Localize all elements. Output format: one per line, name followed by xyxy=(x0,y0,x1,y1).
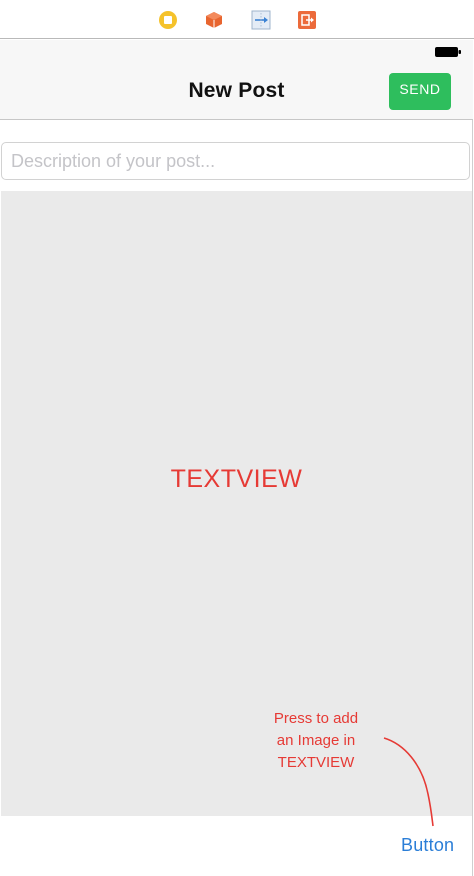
scene-dock xyxy=(0,0,474,39)
storyboard-scene: New Post SEND Description of your post..… xyxy=(0,0,474,876)
exit-icon[interactable] xyxy=(297,10,317,30)
post-text-view[interactable]: TEXTVIEW xyxy=(1,191,472,816)
description-input[interactable]: Description of your post... xyxy=(1,142,470,180)
first-responder-cube-icon[interactable] xyxy=(204,10,224,30)
send-button[interactable]: SEND xyxy=(389,73,451,110)
annotation-line-2: an Image in xyxy=(276,732,356,749)
annotation-line-3: TEXTVIEW xyxy=(277,754,355,771)
status-bar xyxy=(0,40,473,62)
annotation-note: Press to add an Image in TEXTVIEW xyxy=(252,708,380,774)
battery-icon xyxy=(435,47,461,57)
view-controller-icon[interactable] xyxy=(158,10,178,30)
annotation-line-1: Press to add xyxy=(273,710,359,727)
segue-icon[interactable] xyxy=(251,10,271,30)
annotation-arrow xyxy=(383,737,434,827)
navigation-bar: New Post SEND xyxy=(0,62,473,120)
add-image-button[interactable]: Button xyxy=(401,835,454,856)
device-screen: New Post SEND Description of your post..… xyxy=(0,40,473,876)
text-view-label: TEXTVIEW xyxy=(170,465,303,493)
